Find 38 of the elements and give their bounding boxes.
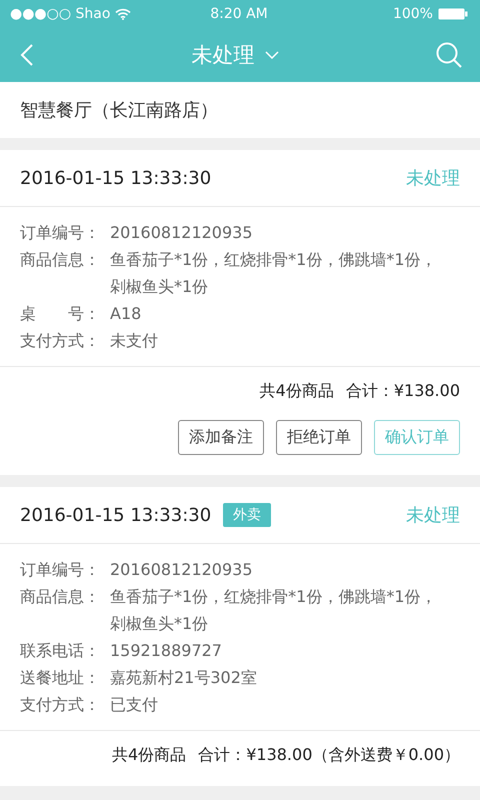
field-label: 支付方式：: [20, 330, 101, 352]
battery-percent: 100%: [392, 6, 433, 22]
field-label: 商品信息：: [20, 586, 101, 608]
field-value: 未支付: [110, 330, 159, 352]
field-label: 送餐地址：: [20, 667, 101, 689]
search-icon[interactable]: [436, 42, 462, 68]
field-label: 商品信息：: [20, 249, 101, 271]
order-total: 合计：¥138.00（含外送费￥0.00）: [198, 745, 460, 766]
chevron-down-icon[interactable]: [264, 51, 278, 59]
field-value: A18: [110, 303, 142, 325]
order-status: 未处理: [406, 167, 460, 190]
wifi-icon: [115, 8, 132, 20]
order-time: 2016-01-15 13:33:30: [20, 504, 212, 526]
order-status: 未处理: [406, 504, 460, 527]
item-count: 共4份商品: [112, 745, 186, 766]
field-value: 嘉苑新村21号302室: [110, 667, 258, 689]
field-value: 20160812120935: [110, 559, 254, 581]
action-button[interactable]: 拒绝订单: [276, 420, 362, 455]
order-time: 2016-01-15 13:33:30: [20, 168, 212, 188]
field-value: 已支付: [110, 694, 159, 716]
action-button[interactable]: 添加备注: [178, 420, 264, 455]
field-label: 支付方式：: [20, 694, 101, 716]
carrier-label: ●●●○○ Shao: [10, 6, 110, 22]
field-label: 订单编号：: [20, 222, 101, 244]
status-time: 8:20 AM: [210, 6, 268, 22]
field-label: 桌 号：: [20, 303, 101, 325]
field-value: 鱼香茄子*1份，红烧排骨*1份，佛跳墙*1份，剁椒鱼头*1份: [110, 249, 438, 298]
back-icon[interactable]: [20, 43, 34, 67]
battery-icon: [438, 8, 468, 20]
field-value: 鱼香茄子*1份，红烧排骨*1份，佛跳墙*1份，剁椒鱼头*1份: [110, 586, 438, 635]
order-total: 合计：¥138.00: [346, 381, 460, 402]
field-label: 订单编号：: [20, 559, 101, 581]
field-value: 15921889727: [110, 640, 223, 662]
delivery-tag: 外卖: [223, 503, 272, 527]
item-count: 共4份商品: [260, 381, 334, 402]
restaurant-name: 智慧餐厅（长江南路店）: [20, 99, 218, 122]
field-value: 20160812120935: [110, 222, 254, 244]
field-label: 联系电话：: [20, 640, 101, 662]
